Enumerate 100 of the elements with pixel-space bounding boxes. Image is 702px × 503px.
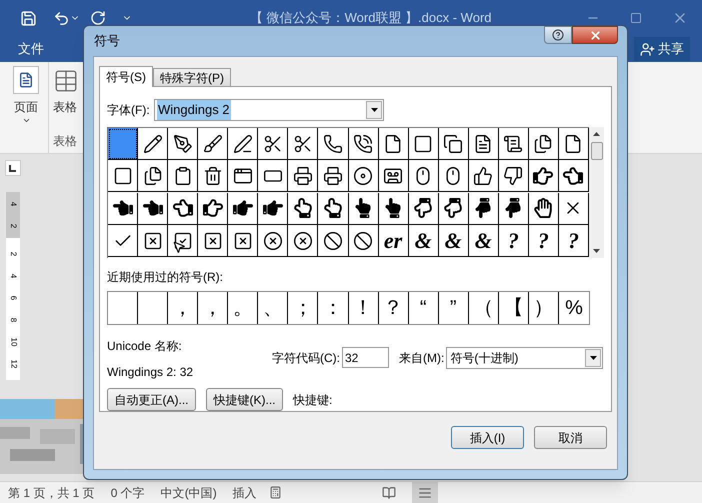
symbol-cell[interactable] — [228, 128, 258, 160]
symbol-cell[interactable] — [438, 192, 469, 225]
recent-symbol-cell[interactable]: ） — [528, 292, 559, 324]
tab-selector-icon[interactable] — [5, 160, 21, 176]
symbol-cell[interactable] — [498, 160, 529, 192]
symbol-cell[interactable]: & — [468, 225, 499, 258]
symbol-cell[interactable] — [438, 128, 469, 160]
symbol-cell[interactable] — [318, 225, 348, 258]
symbol-cell[interactable] — [408, 160, 439, 192]
recent-symbol-cell[interactable]: ！ — [348, 292, 379, 324]
symbol-cell[interactable]: er — [378, 225, 409, 258]
symbol-cell[interactable] — [558, 192, 589, 225]
symbol-cell[interactable] — [348, 192, 379, 225]
symbol-cell[interactable] — [228, 192, 258, 225]
symbol-cell[interactable] — [318, 160, 348, 192]
print-layout-icon[interactable] — [412, 482, 438, 503]
symbol-cell[interactable] — [228, 225, 258, 258]
symbol-cell[interactable] — [138, 192, 168, 225]
symbol-cell[interactable]: ? — [528, 225, 559, 258]
redo-icon[interactable] — [90, 10, 106, 26]
symbol-cell[interactable]: ? — [558, 225, 589, 258]
symbol-cell[interactable] — [348, 160, 379, 192]
recent-symbol-cell[interactable]: （ — [468, 292, 499, 324]
symbol-cell[interactable] — [408, 192, 439, 225]
symbol-cell[interactable] — [138, 225, 168, 258]
symbol-cell[interactable] — [258, 192, 288, 225]
symbol-cell[interactable] — [288, 192, 318, 225]
recent-symbol-cell[interactable]: 、 — [258, 292, 288, 324]
dialog-tab[interactable]: 符号(S) — [99, 66, 153, 87]
symbol-cell[interactable] — [318, 192, 348, 225]
symbol-cell[interactable] — [198, 192, 228, 225]
help-button[interactable] — [544, 26, 572, 44]
recent-symbol-cell[interactable]: ； — [288, 292, 318, 324]
symbol-cell[interactable] — [168, 128, 198, 160]
share-button[interactable]: 共享 — [634, 37, 690, 61]
undo-icon[interactable] — [53, 10, 70, 26]
symbol-cell[interactable] — [258, 128, 288, 160]
symbol-cell[interactable] — [108, 128, 138, 160]
dialog-tab[interactable]: 特殊字符(P) — [153, 68, 231, 86]
symbol-cell[interactable] — [288, 225, 318, 258]
page-button[interactable]: 页面 — [8, 66, 44, 153]
from-select[interactable]: 符号(十进制) — [446, 346, 604, 368]
char-code-field[interactable]: 32 — [342, 347, 389, 368]
symbol-cell[interactable]: & — [438, 225, 469, 258]
symbol-cell[interactable] — [168, 225, 198, 258]
symbol-cell[interactable] — [528, 128, 559, 160]
macro-icon[interactable] — [268, 486, 282, 499]
symbol-cell[interactable] — [318, 128, 348, 160]
symbol-cell[interactable] — [498, 128, 529, 160]
autocorrect-button[interactable]: 自动更正(A)... — [107, 388, 196, 411]
recent-symbol-cell[interactable]: ？ — [378, 292, 409, 324]
symbol-cell[interactable] — [108, 192, 138, 225]
symbol-cell[interactable] — [108, 160, 138, 192]
recent-symbol-cell[interactable]: 【 — [498, 292, 529, 324]
recent-symbol-cell[interactable]: ” — [438, 292, 469, 324]
symbol-cell[interactable] — [408, 128, 439, 160]
symbol-cell[interactable] — [558, 128, 589, 160]
symbol-cell[interactable] — [468, 192, 499, 225]
symbol-cell[interactable] — [108, 225, 138, 258]
symbol-cell[interactable] — [468, 128, 499, 160]
recent-symbol-cell[interactable]: ： — [318, 292, 348, 324]
shortcut-key-button[interactable]: 快捷键(K)... — [206, 388, 283, 411]
symbol-cell[interactable] — [438, 160, 469, 192]
font-combo[interactable]: Wingdings 2 — [154, 99, 384, 121]
close-button[interactable] — [572, 26, 618, 44]
recent-symbol-cell[interactable]: % — [558, 292, 589, 324]
recent-symbol-cell[interactable]: 。 — [228, 292, 258, 324]
symbol-cell[interactable] — [558, 160, 589, 192]
maximize-icon[interactable] — [630, 12, 642, 24]
symbol-cell[interactable] — [168, 192, 198, 225]
symbol-cell[interactable] — [138, 160, 168, 192]
read-mode-icon[interactable] — [382, 486, 396, 500]
symbol-cell[interactable] — [378, 128, 409, 160]
scroll-up-icon[interactable] — [593, 132, 600, 136]
scroll-down-icon[interactable] — [593, 248, 600, 253]
symbol-cell[interactable] — [348, 128, 379, 160]
recent-symbol-cell[interactable]: ， — [168, 292, 198, 324]
symbol-cell[interactable] — [198, 128, 228, 160]
symbol-cell[interactable]: & — [408, 225, 439, 258]
symbol-cell[interactable] — [258, 160, 288, 192]
save-icon[interactable] — [20, 10, 37, 26]
symbol-cell[interactable] — [528, 192, 559, 225]
symbol-cell[interactable] — [288, 128, 318, 160]
symbol-cell[interactable]: ? — [498, 225, 529, 258]
symbol-cell[interactable] — [138, 128, 168, 160]
ribbon-tab[interactable]: 文件 — [18, 39, 44, 59]
symbol-cell[interactable] — [258, 225, 288, 258]
insert-button[interactable]: 插入(I) — [451, 426, 524, 449]
recent-symbol-cell[interactable]: “ — [408, 292, 439, 324]
symbol-cell[interactable] — [468, 160, 499, 192]
symbol-cell[interactable] — [378, 192, 409, 225]
symbol-cell[interactable] — [498, 192, 529, 225]
symbol-cell[interactable] — [288, 160, 318, 192]
recent-symbol-cell[interactable]: ， — [198, 292, 228, 324]
symbol-cell[interactable] — [228, 160, 258, 192]
table-button[interactable]: 表格 — [53, 68, 79, 116]
symbol-cell[interactable] — [528, 160, 559, 192]
symbol-cell[interactable] — [198, 225, 228, 258]
scroll-thumb[interactable] — [590, 142, 602, 160]
symbol-cell[interactable] — [198, 160, 228, 192]
